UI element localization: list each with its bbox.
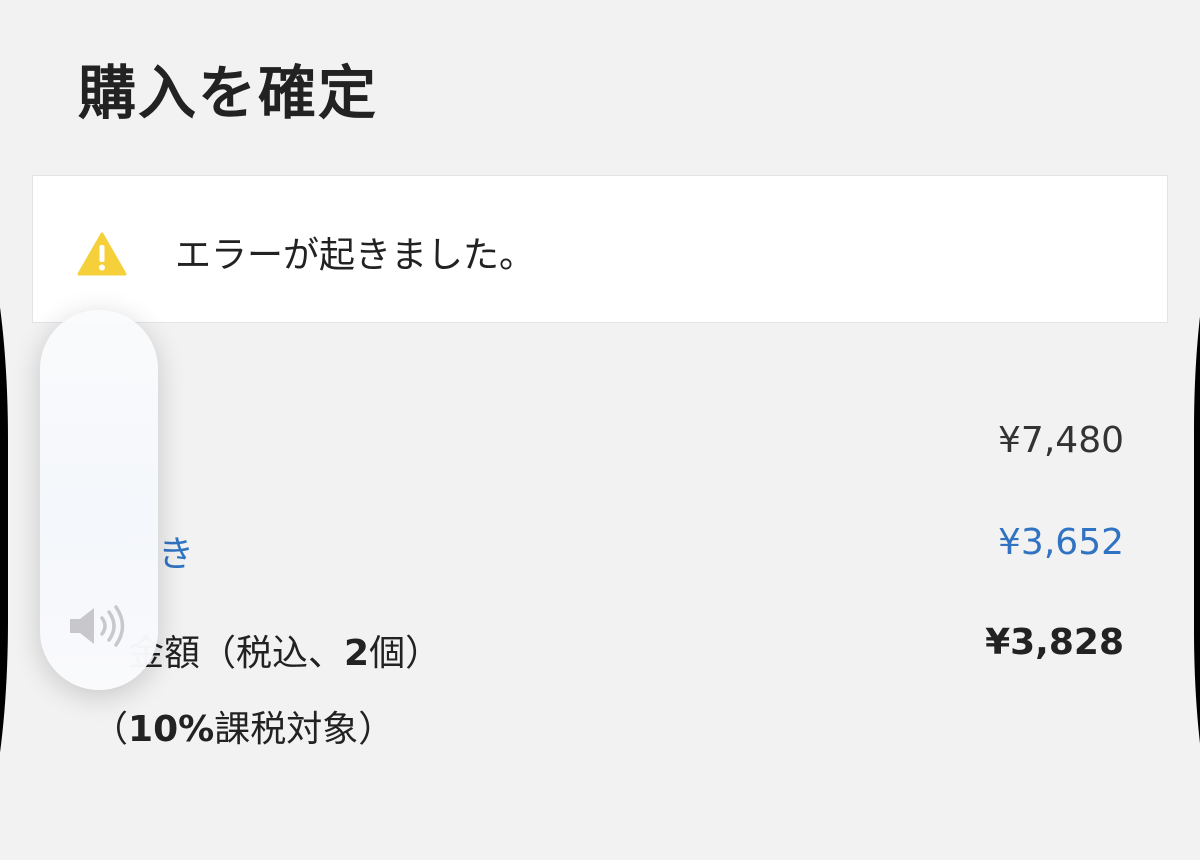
total-label-count: 2 xyxy=(344,633,370,674)
tax-label-rest: 課税対象） xyxy=(214,709,395,750)
discount-value[interactable]: ¥3,652 xyxy=(998,522,1124,563)
error-banner: エラーが起きました。 xyxy=(32,175,1168,323)
warning-icon xyxy=(77,232,127,276)
purchase-confirm-screen: 購入を確定 エラーが起きました。 ¥7,480 き ¥3,652 金額（税込、2… xyxy=(0,0,1200,860)
tax-label: （10%課税対象） xyxy=(92,700,394,752)
total-label-text-2: 個） xyxy=(369,633,442,674)
total-label-text-1: 金額（税込、 xyxy=(128,633,345,674)
total-value: ¥3,828 xyxy=(985,622,1124,663)
subtotal-value: ¥7,480 xyxy=(998,420,1124,461)
screen-edge-left xyxy=(0,200,8,860)
total-label: 金額（税込、2個） xyxy=(128,624,441,676)
tax-rate: 10% xyxy=(128,709,215,750)
volume-hud[interactable] xyxy=(40,310,158,690)
discount-label[interactable]: き xyxy=(158,525,194,577)
error-message: エラーが起きました。 xyxy=(175,235,536,276)
tax-label-open: （ xyxy=(92,709,129,750)
page-title: 購入を確定 xyxy=(78,59,379,127)
screen-edge-right xyxy=(1194,200,1200,860)
speaker-icon xyxy=(70,605,125,647)
